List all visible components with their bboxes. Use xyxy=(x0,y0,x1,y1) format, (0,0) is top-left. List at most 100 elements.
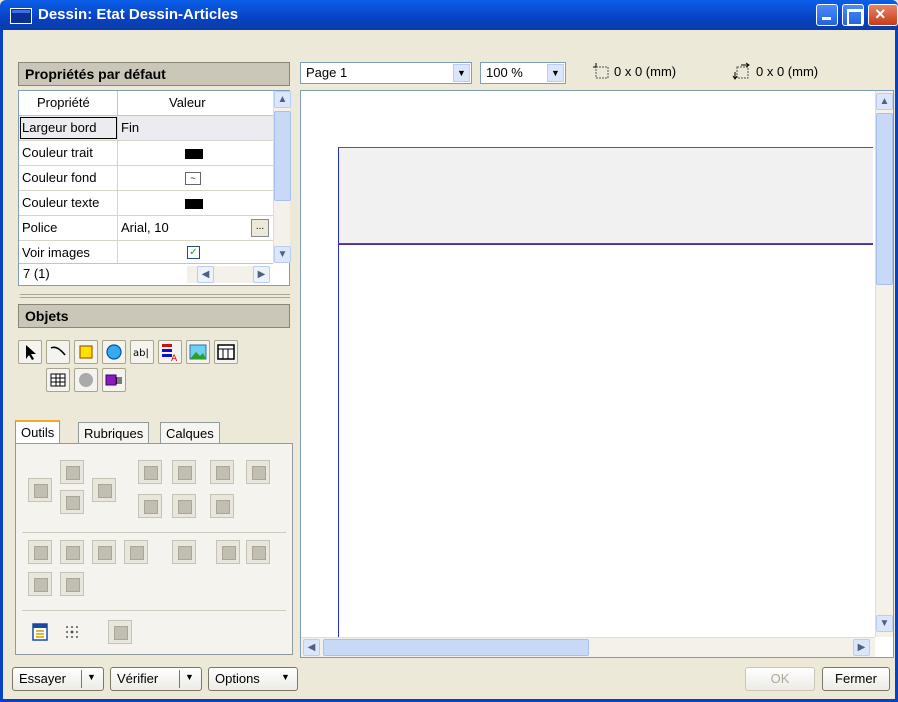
tab-calques[interactable]: Calques xyxy=(160,422,220,444)
backward-icon[interactable] xyxy=(124,540,148,564)
window-icon xyxy=(10,8,32,24)
scroll-down-icon[interactable]: ▼ xyxy=(274,246,291,263)
same-height-icon[interactable] xyxy=(172,460,196,484)
properties-header: Propriétés par défaut xyxy=(18,62,290,86)
scroll-right-icon[interactable]: ▶ xyxy=(853,639,870,656)
grid-dots-icon xyxy=(66,626,78,638)
maximize-button[interactable] xyxy=(842,4,864,26)
verify-button[interactable]: Vérifier ▼ xyxy=(110,667,202,691)
position-readout: 0 x 0 (mm) xyxy=(756,64,819,79)
prop-row-police[interactable]: Police Arial, 10 ... xyxy=(19,216,273,241)
scroll-right-icon[interactable]: ▶ xyxy=(253,266,270,283)
prop-row-couleur-fond[interactable]: Couleur fond ~ xyxy=(19,166,273,191)
properties-grid: Propriété Valeur Largeur bord Fin Couleu… xyxy=(18,90,291,286)
divider xyxy=(22,610,286,611)
page-select[interactable]: Page 1 ▼ xyxy=(300,62,472,84)
image-tool[interactable] xyxy=(186,340,210,364)
close-icon: × xyxy=(875,4,886,24)
close-button[interactable]: × xyxy=(868,4,898,26)
drawing-canvas[interactable]: ▲ ▼ ◀ ▶ xyxy=(300,90,894,658)
arrow-icon xyxy=(26,345,36,360)
prop-row-largeur[interactable]: Largeur bord Fin xyxy=(19,116,273,141)
scroll-up-icon[interactable]: ▲ xyxy=(876,93,893,110)
scroll-thumb[interactable] xyxy=(876,113,893,285)
barcode-icon xyxy=(105,374,122,386)
link-h-icon[interactable] xyxy=(28,572,52,596)
scroll-left-icon[interactable]: ◀ xyxy=(303,639,320,656)
ok-button[interactable]: OK xyxy=(745,667,815,691)
position-icon xyxy=(732,62,750,80)
canvas-hscroll[interactable]: ◀ ▶ xyxy=(301,637,875,657)
grid-vscroll[interactable]: ▲ ▼ xyxy=(273,91,291,263)
properties-tool[interactable] xyxy=(28,620,52,644)
align-bottom-icon[interactable] xyxy=(60,490,84,514)
text-tool[interactable]: ab| xyxy=(130,340,154,364)
color-swatch xyxy=(185,149,203,159)
table-tool[interactable] xyxy=(214,340,238,364)
select-tool[interactable] xyxy=(18,340,42,364)
center-h-icon[interactable] xyxy=(138,494,162,518)
chevron-down-icon: ▼ xyxy=(281,672,290,682)
forward-icon[interactable] xyxy=(92,540,116,564)
prop-row-couleur-texte[interactable]: Couleur texte xyxy=(19,191,273,216)
align-left-icon[interactable] xyxy=(28,478,52,502)
chevron-down-icon: ▼ xyxy=(453,64,470,82)
same-width-icon[interactable] xyxy=(138,460,162,484)
minimize-button[interactable] xyxy=(816,4,838,26)
rectangle-tool[interactable] xyxy=(74,340,98,364)
scroll-left-icon[interactable]: ◀ xyxy=(197,266,214,283)
chevron-down-icon[interactable]: ▼ xyxy=(185,672,194,682)
item-count: 7 (1) xyxy=(23,266,50,281)
barcode-tool[interactable] xyxy=(102,368,126,392)
splitter[interactable] xyxy=(20,297,290,298)
send-back-icon[interactable] xyxy=(60,540,84,564)
prop-row-voir-images[interactable]: Voir images ✓ xyxy=(19,241,273,263)
center-v-icon[interactable] xyxy=(172,494,196,518)
align-top-icon[interactable] xyxy=(60,460,84,484)
center-both-icon[interactable] xyxy=(210,494,234,518)
band-separator[interactable] xyxy=(338,243,873,245)
grid-snap-tool[interactable] xyxy=(60,620,84,644)
title-bar[interactable]: Dessin: Etat Dessin-Articles × xyxy=(0,0,898,30)
wrench-icon[interactable] xyxy=(108,620,132,644)
checkbox-checked-icon[interactable]: ✓ xyxy=(187,246,200,259)
properties-icon xyxy=(32,623,48,641)
disabled-tool[interactable] xyxy=(74,368,98,392)
data-field-icon: A xyxy=(162,344,178,364)
delete-group-icon[interactable] xyxy=(246,540,270,564)
scroll-up-icon[interactable]: ▲ xyxy=(274,91,291,108)
scroll-thumb[interactable] xyxy=(274,111,291,201)
try-button[interactable]: Essayer ▼ xyxy=(12,667,104,691)
tab-outils[interactable]: Outils xyxy=(15,420,61,444)
text-field-icon: ab| xyxy=(133,348,149,359)
col-property: Propriété xyxy=(37,95,90,110)
distribute-v-icon[interactable] xyxy=(246,460,270,484)
splitter[interactable] xyxy=(20,294,290,295)
close-dialog-button[interactable]: Fermer xyxy=(822,667,890,691)
canvas-vscroll[interactable]: ▲ ▼ xyxy=(875,91,893,637)
band-header[interactable] xyxy=(338,147,873,244)
field-tool[interactable]: A xyxy=(158,340,182,364)
group-icon[interactable] xyxy=(172,540,196,564)
scroll-thumb[interactable] xyxy=(323,639,589,656)
objects-header: Objets xyxy=(18,304,290,328)
align-right-icon[interactable] xyxy=(92,478,116,502)
options-button[interactable]: Options ▼ xyxy=(208,667,298,691)
ellipse-tool[interactable] xyxy=(102,340,126,364)
font-picker-button[interactable]: ... xyxy=(251,219,269,237)
chevron-down-icon[interactable]: ▼ xyxy=(87,672,96,682)
prop-row-couleur-trait[interactable]: Couleur trait xyxy=(19,141,273,166)
line-tool[interactable] xyxy=(46,340,70,364)
line-icon xyxy=(50,346,66,356)
transparent-swatch-icon: ~ xyxy=(185,172,201,185)
zoom-select[interactable]: 100 % ▼ xyxy=(480,62,566,84)
distribute-h-icon[interactable] xyxy=(210,460,234,484)
grid-tool[interactable] xyxy=(46,368,70,392)
grid-icon xyxy=(50,373,66,387)
link-v-icon[interactable] xyxy=(60,572,84,596)
ungroup-icon[interactable] xyxy=(216,540,240,564)
bring-front-icon[interactable] xyxy=(28,540,52,564)
tab-rubriques[interactable]: Rubriques xyxy=(78,422,150,444)
scroll-down-icon[interactable]: ▼ xyxy=(876,615,893,632)
rectangle-icon xyxy=(79,345,93,359)
